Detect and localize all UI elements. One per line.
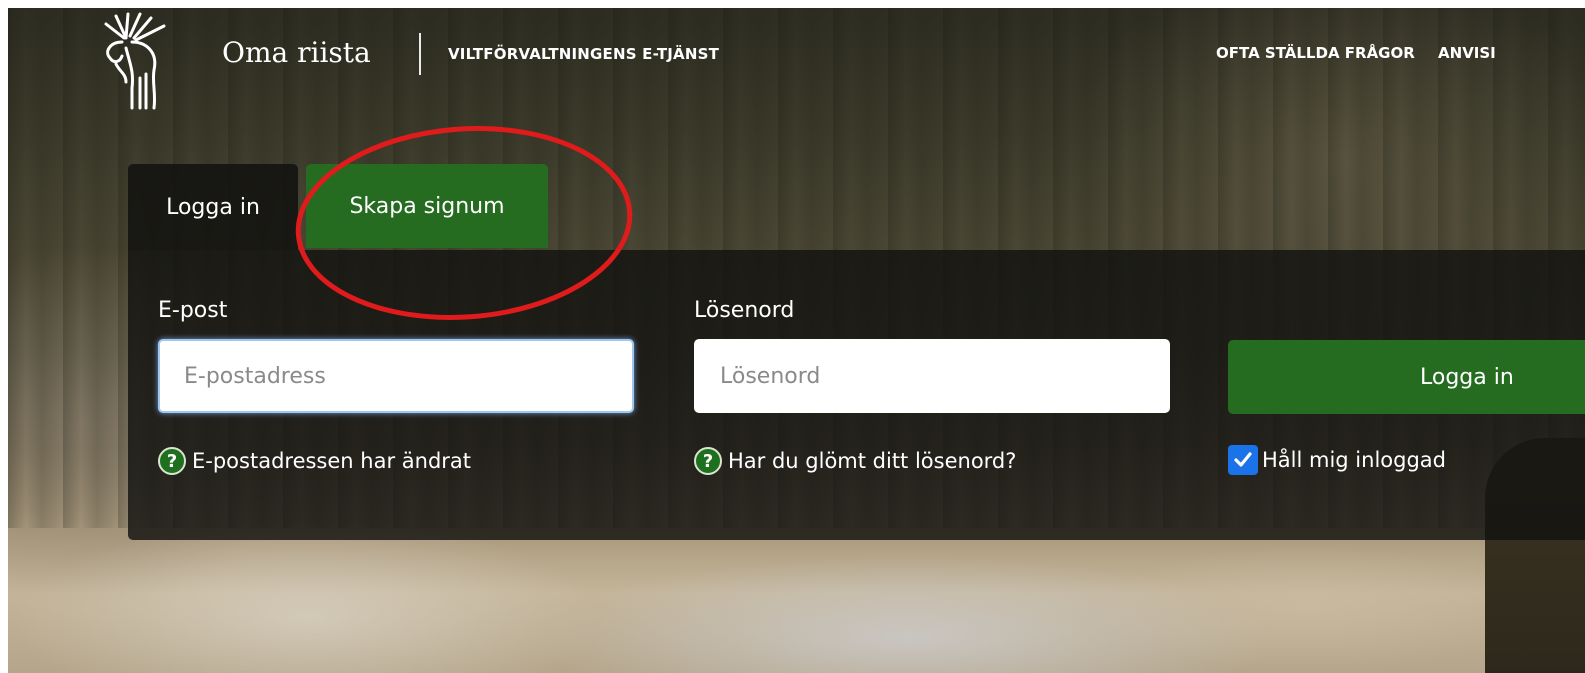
nav-faq-link[interactable]: OFTA STÄLLDA FRÅGOR <box>1216 44 1415 62</box>
password-input[interactable] <box>694 339 1170 413</box>
remember-me-label: Håll mig inloggad <box>1262 448 1446 472</box>
login-button-label: Logga in <box>1420 364 1514 390</box>
remember-me-checkbox[interactable]: Håll mig inloggad <box>1228 445 1446 475</box>
forgot-password-text: Har du glömt ditt lösenord? <box>728 449 1017 473</box>
login-button[interactable]: Logga in <box>1228 340 1585 414</box>
forgot-password-link[interactable]: ? Har du glömt ditt lösenord? <box>694 447 1016 475</box>
email-input[interactable] <box>158 339 634 413</box>
brand-divider <box>419 33 421 75</box>
question-icon: ? <box>694 447 722 475</box>
tab-login[interactable]: Logga in <box>128 164 298 250</box>
nav-instructions-link[interactable]: ANVISI <box>1438 44 1496 62</box>
email-changed-link[interactable]: ? E-postadressen har ändrat <box>158 447 471 475</box>
top-nav: OFTA STÄLLDA FRÅGOR ANVISI <box>1216 44 1514 62</box>
moose-logo-icon[interactable] <box>96 8 186 112</box>
checkmark-icon[interactable] <box>1228 445 1258 475</box>
tab-create-account[interactable]: Skapa signum <box>306 164 548 248</box>
question-icon: ? <box>158 447 186 475</box>
brand-name[interactable]: Oma riista <box>222 36 371 69</box>
password-label: Lösenord <box>694 298 795 323</box>
email-changed-text: E-postadressen har ändrat <box>192 449 472 473</box>
service-name: VILTFÖRVALTNINGENS E-TJÄNST <box>448 45 720 63</box>
email-label: E-post <box>158 298 228 323</box>
